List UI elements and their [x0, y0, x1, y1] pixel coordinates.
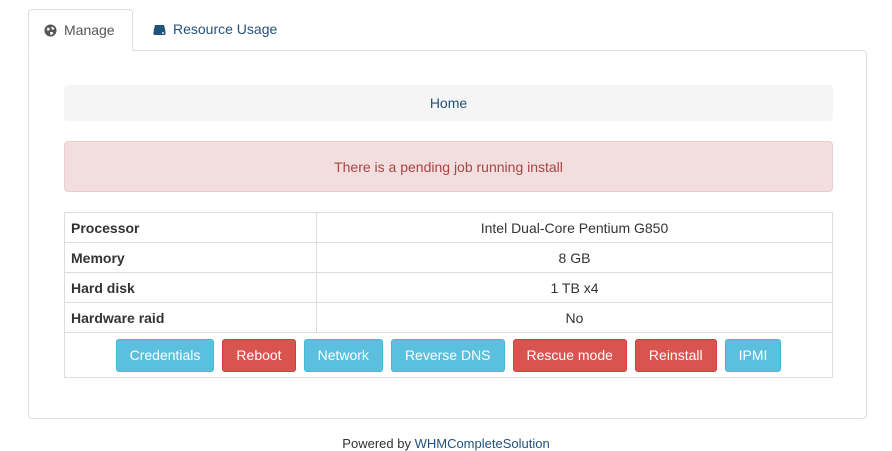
- hard-disk-value: 1 TB x4: [316, 272, 833, 303]
- hdd-icon: [153, 23, 166, 36]
- reinstall-button[interactable]: Reinstall: [634, 338, 717, 372]
- footer: Powered by WHMCompleteSolution: [0, 436, 892, 451]
- pending-job-alert: There is a pending job running install: [64, 141, 833, 192]
- table-row: Memory 8 GB: [64, 242, 833, 273]
- network-button[interactable]: Network: [303, 338, 383, 372]
- table-row: Hardware raid No: [64, 302, 833, 333]
- actions-cell: Credentials Reboot Network Reverse DNS R…: [64, 332, 833, 378]
- footer-link[interactable]: WHMCompleteSolution: [415, 436, 550, 451]
- action-buttons: Credentials Reboot Network Reverse DNS R…: [65, 333, 832, 377]
- server-specs-table: Processor Intel Dual-Core Pentium G850 M…: [64, 212, 833, 378]
- tab-resource-usage[interactable]: Resource Usage: [138, 9, 292, 49]
- reboot-button[interactable]: Reboot: [222, 338, 296, 372]
- memory-value: 8 GB: [316, 242, 833, 273]
- alert-text: There is a pending job running install: [334, 158, 563, 175]
- table-row: Hard disk 1 TB x4: [64, 272, 833, 303]
- tab-manage[interactable]: Manage: [28, 9, 133, 51]
- footer-prefix: Powered by: [342, 436, 411, 451]
- actions-row: Credentials Reboot Network Reverse DNS R…: [64, 332, 833, 378]
- memory-label: Memory: [64, 242, 317, 273]
- breadcrumb-home-link[interactable]: Home: [430, 95, 467, 111]
- processor-label: Processor: [64, 212, 317, 243]
- reverse-dns-button[interactable]: Reverse DNS: [390, 338, 505, 372]
- hard-disk-label: Hard disk: [64, 272, 317, 303]
- globe-icon: [44, 24, 57, 37]
- tab-manage-label: Manage: [64, 22, 115, 38]
- breadcrumb: Home: [64, 85, 833, 121]
- manage-panel: Home There is a pending job running inst…: [28, 50, 867, 419]
- credentials-button[interactable]: Credentials: [115, 338, 215, 372]
- rescue-mode-button[interactable]: Rescue mode: [512, 338, 627, 372]
- hardware-raid-value: No: [316, 302, 833, 333]
- table-row: Processor Intel Dual-Core Pentium G850: [64, 212, 833, 243]
- processor-value: Intel Dual-Core Pentium G850: [316, 212, 833, 243]
- tab-resource-usage-label: Resource Usage: [173, 21, 278, 37]
- ipmi-button[interactable]: IPMI: [724, 338, 782, 372]
- hardware-raid-label: Hardware raid: [64, 302, 317, 333]
